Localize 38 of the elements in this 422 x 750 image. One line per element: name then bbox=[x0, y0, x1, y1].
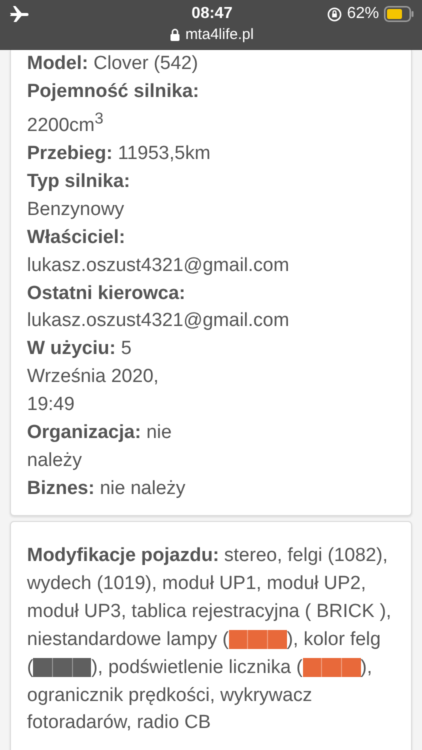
field-label: Ostatni kierowca: bbox=[27, 282, 186, 304]
modifications-text: fotoradarów, radio CB bbox=[27, 711, 211, 736]
modifications-text: ogranicznik prędkości, wykrywacz bbox=[27, 684, 312, 708]
field-label: Biznes: bbox=[27, 478, 95, 499]
modifications-text: ), kolor felg bbox=[286, 628, 381, 652]
field-label: Organizacja: bbox=[27, 422, 142, 444]
field-value: 11953,5km bbox=[118, 143, 210, 164]
airplane-icon bbox=[10, 6, 30, 22]
field-value: nie bbox=[146, 422, 172, 444]
modifications-text: ), podświetlenie licznika ( bbox=[91, 656, 303, 680]
field-value: lukasz.oszust4321@gmail.com bbox=[27, 254, 290, 276]
field-value: Września 2020, bbox=[27, 366, 159, 388]
field-label: Pojemność silnika: bbox=[27, 80, 200, 102]
field-value: należy bbox=[27, 450, 82, 472]
field-label: Model: bbox=[27, 53, 88, 74]
page-url[interactable]: mta4life.pl bbox=[185, 26, 254, 43]
modifications-label: Modyfikacje pojazdu: bbox=[27, 544, 220, 568]
field-value: 19:49 bbox=[27, 394, 75, 416]
field-value: nie należy bbox=[100, 478, 186, 499]
modifications-text: moduł UP3, tablica rejestracyjna ( BRICK ), bbox=[27, 600, 392, 624]
battery-percent: 62% bbox=[346, 5, 379, 23]
field-label: Właściciel: bbox=[27, 226, 126, 248]
modifications-text: stereo, felgi (1082), bbox=[224, 544, 388, 568]
field-value: Clover (542) bbox=[94, 53, 198, 74]
field-value: lukasz.oszust4321@gmail.com bbox=[27, 310, 290, 332]
modifications-text: niestandardowe lampy ( bbox=[27, 628, 229, 652]
clock-time: 08:47 bbox=[192, 5, 232, 23]
modifications-text: wydech (1019), moduł UP1, moduł UP2, bbox=[27, 572, 366, 596]
field-value: 5 bbox=[120, 338, 132, 360]
field-value: Benzynowy bbox=[27, 198, 124, 220]
field-label: Przebieg: bbox=[27, 143, 113, 164]
field-label: W użyciu: bbox=[27, 338, 116, 360]
field-value: 2200cm$^{3}$ bbox=[27, 115, 104, 136]
battery-icon bbox=[384, 6, 414, 22]
rotation-lock-icon bbox=[326, 6, 342, 22]
field-label: Typ silnika: bbox=[27, 170, 130, 192]
modifications-text: ( bbox=[27, 656, 34, 680]
lock-icon bbox=[170, 28, 180, 41]
